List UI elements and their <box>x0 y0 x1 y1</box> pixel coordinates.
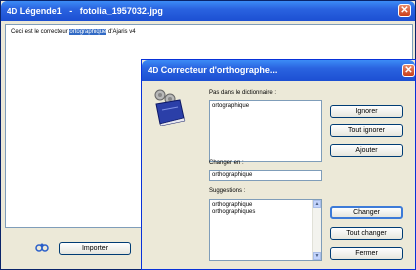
change-all-button[interactable]: Tout changer <box>330 227 403 240</box>
4d-logo-icon: 4D <box>148 66 159 75</box>
scroll-up-icon[interactable]: ▲ <box>313 200 321 208</box>
selected-word: ortographique <box>69 29 107 35</box>
add-button[interactable]: Ajouter <box>330 144 403 157</box>
close-icon[interactable]: ✕ <box>398 4 411 17</box>
close-icon[interactable]: ✕ <box>402 64 415 77</box>
legend-titlebar[interactable]: 4D Légende1 - fotolia_1957032.jpg ✕ <box>1 1 415 21</box>
link-icon[interactable] <box>35 243 49 253</box>
legend-title-file: fotolia_1957032.jpg <box>79 6 163 16</box>
spell-dialog-title: 4D Correcteur d'orthographe... <box>148 65 277 75</box>
change-to-input[interactable]: orthographique <box>209 170 322 181</box>
close-button[interactable]: Fermer <box>330 247 403 260</box>
text-before: Ceci est le correcteur <box>11 29 70 35</box>
spell-check-dialog: 4D Correcteur d'orthographe... ✕ Pas dan… <box>141 59 416 270</box>
ignore-button[interactable]: Ignorer <box>330 105 403 118</box>
suggestions-label: Suggestions : <box>209 188 246 194</box>
suggestion-item[interactable]: orthographique <box>212 202 255 209</box>
legend-title: 4D Légende1 - fotolia_1957032.jpg <box>7 6 163 16</box>
not-in-dictionary-field[interactable]: ortographique <box>209 100 322 162</box>
not-in-dictionary-label: Pas dans le dictionnaire : <box>209 90 277 96</box>
ignore-all-button[interactable]: Tout ignorer <box>330 124 403 137</box>
suggestions-list[interactable]: orthographique orthographiques ▲ ▼ <box>209 199 322 261</box>
suggestion-item[interactable]: orthographiques <box>212 209 255 216</box>
suggestions-items: orthographique orthographiques <box>212 202 255 216</box>
import-button[interactable]: Importer <box>59 242 131 255</box>
spell-dialog-title-text: Correcteur d'orthographe... <box>160 65 278 75</box>
4d-logo-icon: 4D <box>7 7 18 16</box>
change-button[interactable]: Changer <box>330 206 403 219</box>
change-to-label: Changer en : <box>209 160 244 166</box>
title-separator: - <box>69 6 73 16</box>
dictionary-book-icon <box>154 89 186 126</box>
not-in-dictionary-value: ortographique <box>212 103 250 109</box>
spell-dialog-titlebar[interactable]: 4D Correcteur d'orthographe... ✕ <box>142 60 415 81</box>
editor-content: Ceci est le correcteur ortographique d'A… <box>11 29 136 35</box>
text-after: d'Ajaris v4 <box>106 29 136 35</box>
legend-title-text: Légende1 <box>19 6 62 16</box>
suggestions-scrollbar[interactable]: ▲ ▼ <box>312 200 321 260</box>
change-to-value: orthographique <box>212 172 253 178</box>
scroll-down-icon[interactable]: ▼ <box>313 252 321 260</box>
